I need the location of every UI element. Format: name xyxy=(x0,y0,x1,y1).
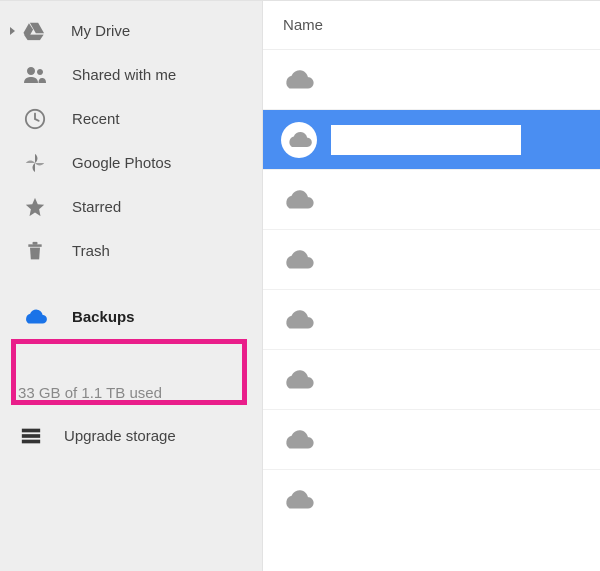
sidebar-item-label: Google Photos xyxy=(72,155,171,172)
sidebar-item-label: Shared with me xyxy=(72,67,176,84)
sidebar-item-my-drive[interactable]: My Drive xyxy=(0,9,262,53)
google-photos-icon xyxy=(22,150,48,176)
list-item-name xyxy=(331,248,600,272)
main-panel: Name xyxy=(263,0,600,571)
drive-icon xyxy=(21,18,47,44)
storage-icon xyxy=(18,423,44,449)
cloud-icon-selected-wrap xyxy=(281,122,317,158)
sidebar-item-label: Starred xyxy=(72,199,121,216)
sidebar-item-label: Backups xyxy=(72,309,135,326)
list-item-name xyxy=(331,308,600,332)
trash-icon xyxy=(22,238,48,264)
upgrade-storage-button[interactable]: Upgrade storage xyxy=(18,416,244,456)
list-item-name xyxy=(331,428,600,452)
sidebar-item-shared[interactable]: Shared with me xyxy=(0,53,262,97)
list-item-name xyxy=(331,125,521,155)
sidebar-item-recent[interactable]: Recent xyxy=(0,97,262,141)
cloud-icon xyxy=(281,483,315,517)
cloud-icon xyxy=(22,304,48,330)
star-icon xyxy=(22,194,48,220)
list-item-name xyxy=(331,68,600,92)
sidebar-item-label: Recent xyxy=(72,111,120,128)
storage-usage-text: 33 GB of 1.1 TB used xyxy=(18,385,244,416)
upgrade-storage-label: Upgrade storage xyxy=(64,428,176,445)
sidebar-item-label: My Drive xyxy=(71,23,130,40)
cloud-icon xyxy=(281,363,315,397)
list-item[interactable] xyxy=(263,110,600,170)
list-item[interactable] xyxy=(263,410,600,470)
cloud-icon xyxy=(281,303,315,337)
storage-section: 33 GB of 1.1 TB used Upgrade storage xyxy=(0,367,262,456)
caret-right-icon xyxy=(10,27,15,35)
cloud-icon xyxy=(281,183,315,217)
clock-icon xyxy=(22,106,48,132)
list-item-name xyxy=(331,488,600,512)
list-item[interactable] xyxy=(263,230,600,290)
column-header-name[interactable]: Name xyxy=(283,17,323,34)
list-item[interactable] xyxy=(263,50,600,110)
sidebar-item-starred[interactable]: Starred xyxy=(0,185,262,229)
sidebar-item-trash[interactable]: Trash xyxy=(0,229,262,273)
people-icon xyxy=(22,62,48,88)
list-item[interactable] xyxy=(263,290,600,350)
backup-list xyxy=(263,50,600,571)
list-item[interactable] xyxy=(263,470,600,530)
cloud-icon xyxy=(281,423,315,457)
cloud-icon xyxy=(281,243,315,277)
list-item[interactable] xyxy=(263,350,600,410)
sidebar-item-backups[interactable]: Backups xyxy=(0,295,262,339)
cloud-icon xyxy=(285,126,313,154)
app-root: My Drive Shared with me Recent xyxy=(0,0,600,571)
spacer xyxy=(0,273,262,295)
cloud-icon xyxy=(281,63,315,97)
list-item-name xyxy=(331,368,600,392)
list-header: Name xyxy=(263,1,600,50)
list-item-name xyxy=(331,188,600,212)
spacer xyxy=(0,339,262,367)
list-item[interactable] xyxy=(263,170,600,230)
sidebar: My Drive Shared with me Recent xyxy=(0,0,263,571)
sidebar-item-label: Trash xyxy=(72,243,110,260)
sidebar-item-photos[interactable]: Google Photos xyxy=(0,141,262,185)
